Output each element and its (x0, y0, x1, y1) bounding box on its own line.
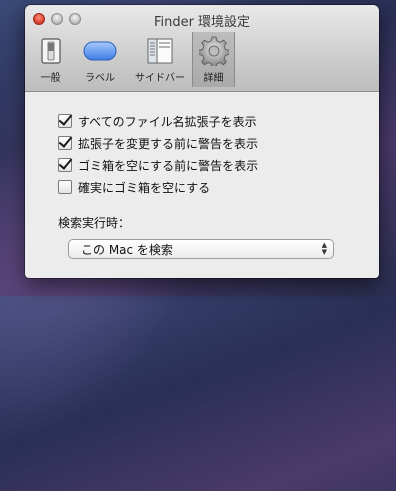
tab-sidebar-label: サイドバー (135, 73, 185, 84)
title-bar: Finder 環境設定 一般 ラベル サイドバー 詳細 (25, 5, 379, 92)
tab-advanced[interactable]: 詳細 (192, 32, 235, 87)
tab-labels-label: ラベル (85, 73, 115, 84)
tab-sidebar[interactable]: サイドバー (128, 32, 192, 87)
option-label: すべてのファイル名拡張子を表示 (78, 114, 257, 129)
search-scope-popup[interactable]: この Mac を検索 ▲ ▼ (68, 239, 334, 259)
option-secure-empty-trash[interactable]: 確実にゴミ箱を空にする (58, 176, 379, 198)
sidebar-icon (143, 36, 177, 66)
option-label: ゴミ箱を空にする前に警告を表示 (78, 158, 259, 173)
show-extensions-checkbox[interactable] (58, 114, 72, 128)
popup-arrows-icon: ▲ ▼ (321, 241, 327, 256)
option-label: 確実にゴミ箱を空にする (78, 180, 211, 195)
warn-extension-change-checkbox[interactable] (58, 136, 72, 150)
tab-advanced-label: 詳細 (203, 73, 224, 84)
option-warn-extension-change[interactable]: 拡張子を変更する前に警告を表示 (58, 132, 379, 154)
search-scope-value: この Mac を検索 (81, 242, 173, 257)
tab-general[interactable]: 一般 (29, 32, 72, 87)
preferences-toolbar: 一般 ラベル サイドバー 詳細 (29, 32, 235, 87)
option-show-extensions[interactable]: すべてのファイル名拡張子を表示 (58, 110, 379, 132)
warn-empty-trash-checkbox[interactable] (58, 158, 72, 172)
search-scope-label: 検索実行時： (58, 216, 131, 230)
gear-icon (197, 36, 231, 66)
label-pill-icon (83, 36, 117, 66)
finder-preferences-window: Finder 環境設定 一般 ラベル サイドバー 詳細 すべてのファイル名拡張子… (25, 5, 379, 278)
switch-icon (34, 36, 68, 66)
option-warn-empty-trash[interactable]: ゴミ箱を空にする前に警告を表示 (58, 154, 379, 176)
tab-labels[interactable]: ラベル (72, 32, 128, 87)
advanced-pane: すべてのファイル名拡張子を表示 拡張子を変更する前に警告を表示 ゴミ箱を空にする… (25, 92, 379, 259)
secure-empty-trash-checkbox[interactable] (58, 180, 72, 194)
option-label: 拡張子を変更する前に警告を表示 (78, 136, 259, 151)
tab-general-label: 一般 (40, 73, 61, 84)
window-title: Finder 環境設定 (153, 15, 251, 30)
